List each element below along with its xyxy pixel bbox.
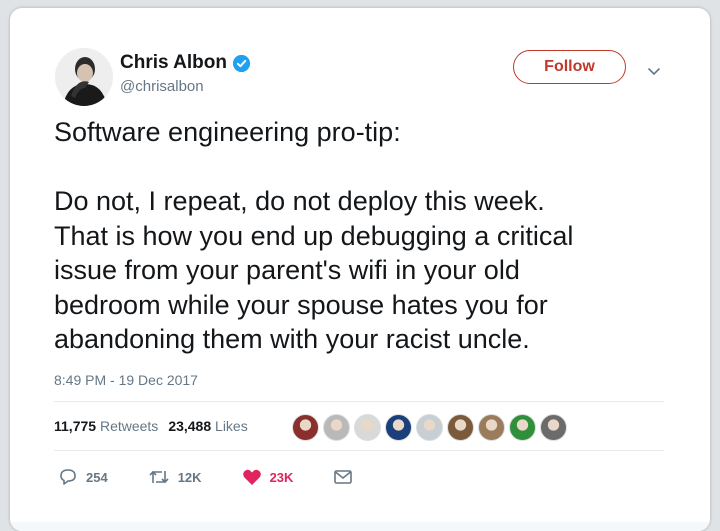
reply-count: 254 xyxy=(86,469,108,485)
tweet-line: Do not, I repeat, do not deploy this wee… xyxy=(54,186,545,216)
card-footer xyxy=(10,522,710,531)
tweet-text: Software engineering pro-tip: Do not, I … xyxy=(54,115,684,357)
retweets-count: 11,775 xyxy=(54,418,97,434)
liker-avatar[interactable] xyxy=(416,414,443,441)
likes-stat[interactable]: 23,488 Likes xyxy=(168,418,247,434)
reply-button[interactable]: 254 xyxy=(58,468,108,486)
retweets-label: Retweets xyxy=(99,418,159,434)
divider xyxy=(54,401,664,402)
author-name-text[interactable]: Chris Albon xyxy=(120,52,227,74)
liker-avatar[interactable] xyxy=(447,414,474,441)
like-button[interactable]: 23K xyxy=(242,468,294,486)
liker-avatar[interactable] xyxy=(354,414,381,441)
liker-avatar[interactable] xyxy=(509,414,536,441)
liker-avatar[interactable] xyxy=(478,414,505,441)
tweet-line: That is how you end up debugging a criti… xyxy=(54,220,574,251)
likes-label: Likes xyxy=(215,418,248,434)
direct-message-button[interactable] xyxy=(333,469,353,485)
liker-avatar[interactable] xyxy=(385,414,412,441)
author-name[interactable]: Chris Albon xyxy=(120,52,250,74)
chevron-down-icon[interactable] xyxy=(647,64,661,82)
tweet-card: Chris Albon @chrisalbon Follow Software … xyxy=(10,8,710,531)
tweet-line: bedroom while your spouse hates you for xyxy=(54,289,548,320)
tweet-line: abandoning them with your racist uncle. xyxy=(54,324,530,354)
liker-avatar[interactable] xyxy=(323,414,350,441)
liker-avatar[interactable] xyxy=(540,414,567,441)
author-handle[interactable]: @chrisalbon xyxy=(120,78,204,95)
like-count: 23K xyxy=(269,469,294,485)
envelope-icon xyxy=(334,470,353,484)
divider xyxy=(54,450,664,451)
likes-count: 23,488 xyxy=(168,418,212,434)
verified-badge-icon xyxy=(232,54,250,72)
liker-avatars xyxy=(292,414,567,441)
tweet-timestamp[interactable]: 8:49 PM - 19 Dec 2017 xyxy=(54,372,198,388)
tweet-line: Software engineering pro-tip: xyxy=(54,117,401,147)
tweet-stats: 11,775 Retweets 23,488 Likes xyxy=(54,418,248,434)
retweet-count: 12K xyxy=(177,469,202,485)
retweet-button[interactable]: 12K xyxy=(148,468,202,486)
reply-icon xyxy=(60,469,76,485)
heart-icon xyxy=(242,469,261,485)
retweet-icon xyxy=(149,470,169,484)
tweet-line: issue from your parent's wifi in your ol… xyxy=(54,255,520,285)
liker-avatar[interactable] xyxy=(292,414,319,441)
retweets-stat[interactable]: 11,775 Retweets xyxy=(54,418,158,434)
avatar[interactable] xyxy=(55,48,113,106)
follow-button[interactable]: Follow xyxy=(513,50,626,84)
tweet-actions: 254 12K 23K xyxy=(58,468,393,486)
